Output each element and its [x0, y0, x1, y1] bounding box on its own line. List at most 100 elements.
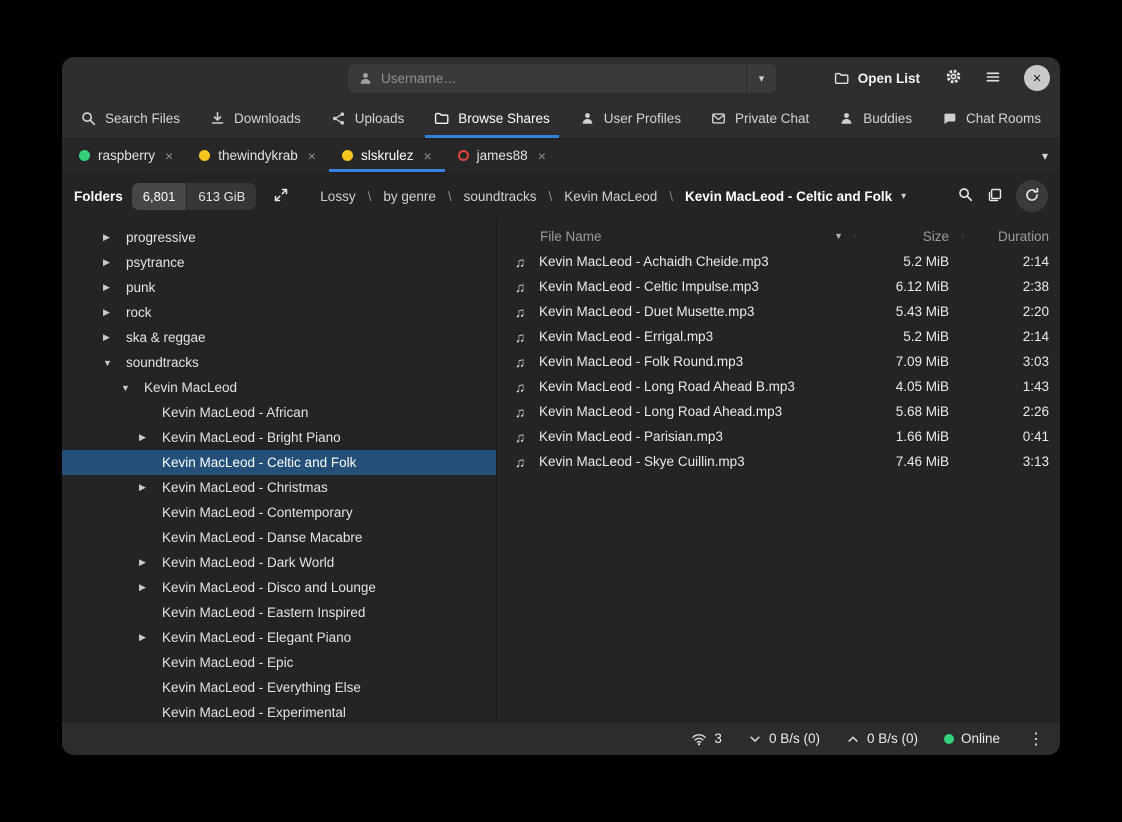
tab-chat-rooms[interactable]: Chat Rooms: [933, 99, 1050, 138]
expander-collapsed-icon[interactable]: ▶: [139, 482, 162, 493]
file-name: Kevin MacLeod - Parisian.mp3: [539, 429, 723, 444]
tree-row[interactable]: ▶psytrance: [62, 250, 496, 275]
file-name-cell: ♫Kevin MacLeod - Long Road Ahead.mp3: [497, 404, 855, 420]
tree-row[interactable]: ▶progressive: [62, 225, 496, 250]
folder-name: Kevin MacLeod - Dark World: [162, 555, 334, 570]
file-size: 4.05 MiB: [855, 379, 963, 394]
close-tab-icon[interactable]: ×: [423, 148, 431, 164]
file-name: Kevin MacLeod - Folk Round.mp3: [539, 354, 743, 369]
upload-speed[interactable]: 0 B/s (0): [846, 731, 918, 746]
tree-row[interactable]: ▶Kevin MacLeod - Bright Piano: [62, 425, 496, 450]
search-button[interactable]: [950, 181, 980, 211]
connections-indicator[interactable]: 3: [691, 731, 722, 747]
close-tab-icon[interactable]: ×: [165, 148, 173, 164]
expander-collapsed-icon[interactable]: ▶: [103, 232, 126, 243]
tree-row[interactable]: ▶Kevin MacLeod - Elegant Piano: [62, 625, 496, 650]
username-dropdown-button[interactable]: ▾: [746, 64, 776, 93]
close-tab-icon[interactable]: ×: [308, 148, 316, 164]
breadcrumb-item[interactable]: soundtracks: [464, 189, 537, 204]
tab-private-chat[interactable]: Private Chat: [702, 99, 818, 138]
column-label: Duration: [998, 229, 1049, 244]
tree-row[interactable]: ▶ska & reggae: [62, 325, 496, 350]
username-input[interactable]: [381, 71, 746, 86]
music-note-icon: ♫: [512, 254, 528, 270]
tree-row[interactable]: Kevin MacLeod - Epic: [62, 650, 496, 675]
preferences-button[interactable]: [938, 63, 968, 93]
file-row[interactable]: ♫Kevin MacLeod - Long Road Ahead B.mp34.…: [497, 374, 1060, 399]
file-row[interactable]: ♫Kevin MacLeod - Achaidh Cheide.mp35.2 M…: [497, 249, 1060, 274]
expander-expanded-icon[interactable]: ▼: [103, 358, 126, 368]
user-tab-thewindykrab[interactable]: thewindykrab×: [186, 139, 329, 172]
file-name-cell: ♫Kevin MacLeod - Parisian.mp3: [497, 429, 855, 445]
user-tab-james88[interactable]: james88×: [445, 139, 559, 172]
file-row[interactable]: ♫Kevin MacLeod - Celtic Impulse.mp36.12 …: [497, 274, 1060, 299]
folders-label: Folders: [74, 189, 123, 204]
file-row[interactable]: ♫Kevin MacLeod - Duet Musette.mp35.43 Mi…: [497, 299, 1060, 324]
column-header-duration[interactable]: Duration: [963, 229, 1060, 244]
hamburger-menu-icon: [985, 69, 1001, 88]
file-name: Kevin MacLeod - Celtic Impulse.mp3: [539, 279, 759, 294]
tree-row[interactable]: Kevin MacLeod - Everything Else: [62, 675, 496, 700]
expand-all-button[interactable]: [266, 181, 296, 211]
breadcrumb-item[interactable]: Lossy: [320, 189, 355, 204]
folder-open-icon: [834, 71, 849, 86]
tab-label: Buddies: [863, 111, 912, 126]
column-header-file-name[interactable]: File Name ▼: [497, 229, 855, 244]
tab-uploads[interactable]: Uploads: [322, 99, 414, 138]
user-tab-slskrulez[interactable]: slskrulez×: [329, 139, 445, 172]
tree-row[interactable]: ▶rock: [62, 300, 496, 325]
expander-collapsed-icon[interactable]: ▶: [139, 432, 162, 443]
tab-buddies[interactable]: Buddies: [830, 99, 921, 138]
tree-row[interactable]: ▶Kevin MacLeod - Christmas: [62, 475, 496, 500]
connection-status[interactable]: Online: [944, 731, 1000, 746]
column-header-size[interactable]: Size: [855, 229, 963, 244]
statusbar-menu-button[interactable]: ⋮: [1026, 729, 1046, 749]
expander-collapsed-icon[interactable]: ▶: [139, 557, 162, 568]
file-duration: 0:41: [963, 429, 1060, 444]
tree-row[interactable]: ▼Kevin MacLeod: [62, 375, 496, 400]
refresh-button[interactable]: [1016, 180, 1048, 212]
tree-row[interactable]: Kevin MacLeod - African: [62, 400, 496, 425]
expander-expanded-icon[interactable]: ▼: [121, 383, 144, 393]
tree-row[interactable]: ▶Kevin MacLeod - Dark World: [62, 550, 496, 575]
file-duration: 1:43: [963, 379, 1060, 394]
user-tab-raspberry[interactable]: raspberry×: [66, 139, 186, 172]
file-row[interactable]: ♫Kevin MacLeod - Errigal.mp35.2 MiB2:14: [497, 324, 1060, 349]
tree-row[interactable]: Kevin MacLeod - Contemporary: [62, 500, 496, 525]
tree-row[interactable]: ▼soundtracks: [62, 350, 496, 375]
tab-user-profiles[interactable]: User Profiles: [571, 99, 690, 138]
expander-collapsed-icon[interactable]: ▶: [103, 307, 126, 318]
expander-collapsed-icon[interactable]: ▶: [103, 332, 126, 343]
file-row[interactable]: ♫Kevin MacLeod - Skye Cuillin.mp37.46 Mi…: [497, 449, 1060, 474]
tree-row[interactable]: Kevin MacLeod - Eastern Inspired: [62, 600, 496, 625]
expander-collapsed-icon[interactable]: ▶: [103, 282, 126, 293]
file-row[interactable]: ♫Kevin MacLeod - Long Road Ahead.mp35.68…: [497, 399, 1060, 424]
open-list-button[interactable]: Open List: [826, 67, 928, 90]
menu-button[interactable]: [978, 63, 1008, 93]
expander-collapsed-icon[interactable]: ▶: [139, 582, 162, 593]
tree-row[interactable]: Kevin MacLeod - Celtic and Folk: [62, 450, 496, 475]
expander-collapsed-icon[interactable]: ▶: [139, 632, 162, 643]
detach-button[interactable]: [980, 181, 1010, 211]
tab-downloads[interactable]: Downloads: [201, 99, 310, 138]
download-speed[interactable]: 0 B/s (0): [748, 731, 820, 746]
tab-search-files[interactable]: Search Files: [72, 99, 189, 138]
file-row[interactable]: ♫Kevin MacLeod - Folk Round.mp37.09 MiB3…: [497, 349, 1060, 374]
tab-browse-shares[interactable]: Browse Shares: [425, 99, 559, 138]
breadcrumb-item[interactable]: by genre: [383, 189, 436, 204]
tab-overflow-button[interactable]: ▾: [1042, 139, 1048, 172]
close-window-button[interactable]: ×: [1024, 65, 1050, 91]
breadcrumb-item[interactable]: Kevin MacLeod: [564, 189, 657, 204]
file-row[interactable]: ♫Kevin MacLeod - Parisian.mp31.66 MiB0:4…: [497, 424, 1060, 449]
chevron-down-icon: ▾: [901, 191, 906, 202]
tree-row[interactable]: ▶punk: [62, 275, 496, 300]
tree-row[interactable]: Kevin MacLeod - Experimental: [62, 700, 496, 721]
tree-row[interactable]: ▶Kevin MacLeod - Disco and Lounge: [62, 575, 496, 600]
expander-collapsed-icon[interactable]: ▶: [103, 257, 126, 268]
close-tab-icon[interactable]: ×: [538, 148, 546, 164]
breadcrumb-label: soundtracks: [464, 189, 537, 204]
envelope-icon: [711, 111, 726, 126]
file-name: Kevin MacLeod - Skye Cuillin.mp3: [539, 454, 745, 469]
tree-row[interactable]: Kevin MacLeod - Danse Macabre: [62, 525, 496, 550]
breadcrumb-item[interactable]: Kevin MacLeod - Celtic and Folk▾: [685, 189, 906, 204]
